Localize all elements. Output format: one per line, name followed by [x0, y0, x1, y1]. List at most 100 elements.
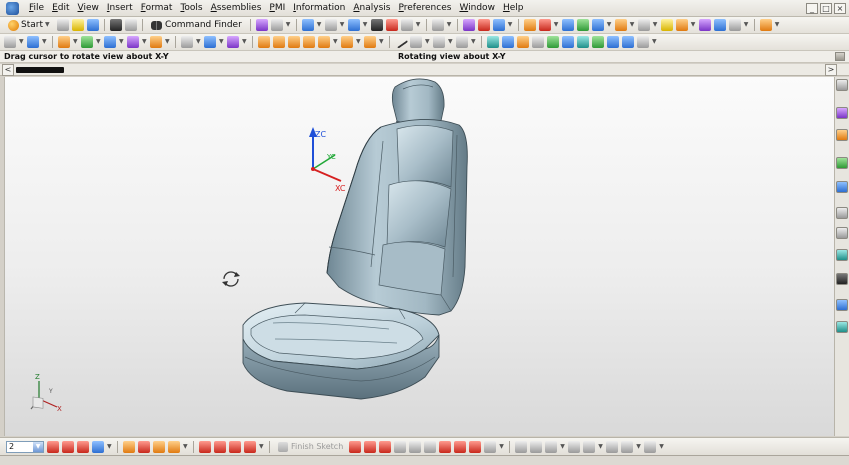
new-file-icon[interactable]	[57, 19, 69, 31]
chevron-down-icon[interactable]: ▼	[340, 19, 345, 31]
studio-surface-icon[interactable]	[288, 36, 300, 48]
redo-icon[interactable]	[125, 19, 137, 31]
line-icon[interactable]	[364, 440, 377, 453]
mirror-icon[interactable]	[244, 440, 256, 453]
menu-tools[interactable]: Tools	[176, 3, 206, 13]
minimize-button[interactable]: _	[806, 2, 818, 14]
chevron-down-icon[interactable]: ▼	[607, 19, 612, 31]
copy-icon[interactable]	[270, 19, 283, 31]
sketch-settings-icon[interactable]	[644, 440, 657, 453]
menu-insert[interactable]: Insert	[103, 3, 137, 13]
geometric-constraints-icon[interactable]	[568, 440, 581, 453]
close-button[interactable]: ×	[834, 2, 846, 14]
extrude-icon[interactable]	[523, 19, 536, 31]
intersect-icon[interactable]	[229, 440, 241, 453]
scroll-left-button[interactable]: <	[2, 64, 14, 76]
studio-spline-icon[interactable]	[484, 440, 497, 453]
view-dynamic-icon[interactable]	[487, 36, 499, 48]
chevron-down-icon[interactable]: ▼	[448, 36, 453, 48]
chevron-down-icon[interactable]: ▼	[107, 441, 112, 453]
through-mesh-icon[interactable]	[273, 36, 285, 48]
chevron-down-icon[interactable]: ▼	[73, 36, 78, 48]
resource-tab-web-browser-icon[interactable]	[836, 181, 848, 193]
studio-icon[interactable]	[385, 19, 398, 31]
menu-help[interactable]: Help	[499, 3, 528, 13]
chevron-down-icon[interactable]: ▼	[425, 36, 430, 48]
chevron-down-icon[interactable]: ▼	[554, 19, 559, 31]
menu-information[interactable]: Information	[289, 3, 349, 13]
constraint-icon[interactable]	[47, 440, 59, 453]
image-icon[interactable]	[547, 36, 559, 48]
measure-icon[interactable]	[698, 19, 711, 31]
point-icon[interactable]	[477, 19, 490, 31]
menu-pmi[interactable]: PMI	[265, 3, 289, 13]
window-layout-icon[interactable]	[577, 36, 589, 48]
project-curve-icon[interactable]	[227, 36, 239, 48]
open-folder-icon[interactable]	[72, 19, 84, 31]
resource-tab-part-navigator-icon[interactable]	[836, 129, 848, 141]
offset-sketch-icon[interactable]	[199, 440, 211, 453]
grid-icon[interactable]	[562, 36, 574, 48]
n-sided-icon[interactable]	[341, 36, 353, 48]
blend-icon[interactable]	[576, 19, 589, 31]
snap-to-icon[interactable]	[92, 440, 104, 453]
chevron-down-icon[interactable]: ▼	[363, 19, 368, 31]
infer-icon[interactable]	[153, 440, 165, 453]
chevron-down-icon[interactable]: ▼	[508, 19, 513, 31]
point-set-icon[interactable]	[433, 36, 445, 48]
app-logo-icon[interactable]	[6, 1, 19, 15]
arc-icon[interactable]	[379, 440, 392, 453]
chevron-down-icon[interactable]: ▼	[96, 36, 101, 48]
undo-icon[interactable]	[110, 19, 122, 31]
revolve-icon[interactable]	[538, 19, 551, 31]
assembly-icon[interactable]	[675, 19, 688, 31]
chevron-down-icon[interactable]: ▼	[560, 441, 565, 453]
spline-icon[interactable]	[204, 36, 216, 48]
fillet-icon[interactable]	[409, 440, 422, 453]
line-tool-icon[interactable]	[393, 35, 409, 49]
chevron-down-icon[interactable]: ▼	[744, 19, 749, 31]
fixed-icon[interactable]	[138, 440, 150, 453]
menu-window[interactable]: Window	[455, 3, 499, 13]
cursor-select-icon[interactable]	[532, 36, 544, 48]
resource-tab-system-materials-icon[interactable]	[836, 227, 848, 239]
analyze-icon[interactable]	[713, 19, 726, 31]
sketch-icon[interactable]	[4, 36, 16, 48]
start-button[interactable]: Start ▼	[4, 18, 54, 32]
chevron-down-icon[interactable]: ▼	[183, 441, 188, 453]
chevron-down-icon[interactable]: ▼	[636, 441, 641, 453]
offset-icon[interactable]	[660, 19, 673, 31]
sweep-icon[interactable]	[561, 19, 574, 31]
chevron-down-icon[interactable]: ▼	[775, 19, 780, 31]
ruled-icon[interactable]	[318, 36, 330, 48]
animate-dimension-icon[interactable]	[606, 440, 619, 453]
offset-curve-icon[interactable]	[456, 36, 468, 48]
menu-analysis[interactable]: Analysis	[349, 3, 394, 13]
menu-preferences[interactable]: Preferences	[394, 3, 455, 13]
datum-icon[interactable]	[492, 19, 505, 31]
profile-icon[interactable]	[349, 440, 362, 453]
resource-tab-assembly-navigator-icon[interactable]	[836, 79, 848, 91]
chevron-down-icon[interactable]: ▼	[499, 441, 504, 453]
menu-edit[interactable]: Edit	[48, 3, 73, 13]
resource-tab-history-icon[interactable]	[836, 207, 848, 219]
point-sketch-icon[interactable]	[469, 440, 482, 453]
wireframe-icon[interactable]	[400, 19, 413, 31]
unite-icon[interactable]	[104, 36, 116, 48]
resource-tab-reuse-library-icon[interactable]	[836, 157, 848, 169]
scroll-right-button[interactable]: >	[825, 64, 837, 76]
chevron-down-icon[interactable]: ▼	[691, 19, 696, 31]
datum-plane-icon[interactable]	[27, 36, 39, 48]
zoom-icon[interactable]	[324, 19, 337, 31]
chevron-down-icon[interactable]: ▼	[119, 36, 124, 48]
circle-icon[interactable]	[394, 440, 407, 453]
sew-icon[interactable]	[637, 19, 650, 31]
bounded-plane-icon[interactable]	[364, 36, 376, 48]
chevron-down-icon[interactable]: ▼	[447, 19, 452, 31]
polygon-icon[interactable]	[454, 440, 467, 453]
chevron-down-icon[interactable]: ▼	[416, 19, 421, 31]
chevron-down-icon[interactable]: ▼	[379, 36, 384, 48]
extrude-feature-icon[interactable]	[58, 36, 70, 48]
chevron-down-icon[interactable]: ▼	[471, 36, 476, 48]
box-icon[interactable]	[431, 19, 444, 31]
